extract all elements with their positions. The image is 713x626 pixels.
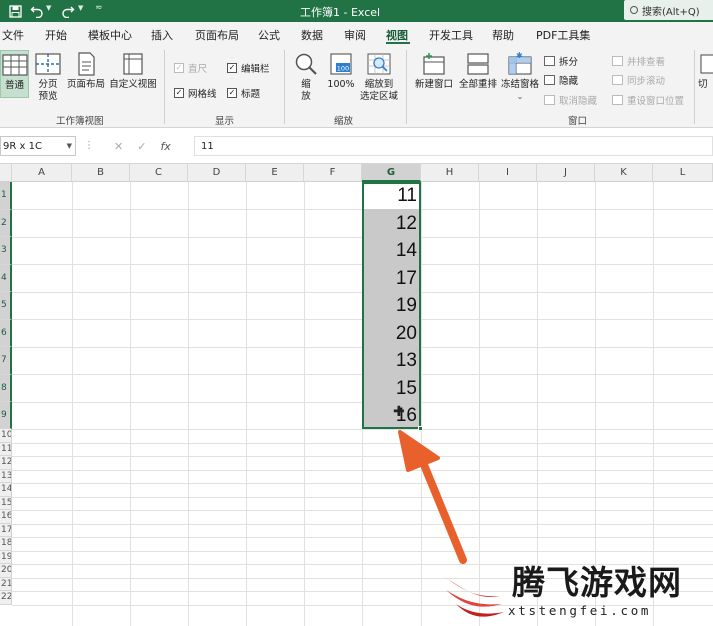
watermark-name: 腾飞游戏网: [512, 563, 682, 602]
annotation-arrow-icon: [398, 430, 467, 564]
watermark: 腾飞游戏网 xtstengfei.com: [436, 556, 713, 626]
watermark-logo-icon: [438, 572, 504, 617]
watermark-url: xtstengfei.com: [508, 603, 652, 618]
